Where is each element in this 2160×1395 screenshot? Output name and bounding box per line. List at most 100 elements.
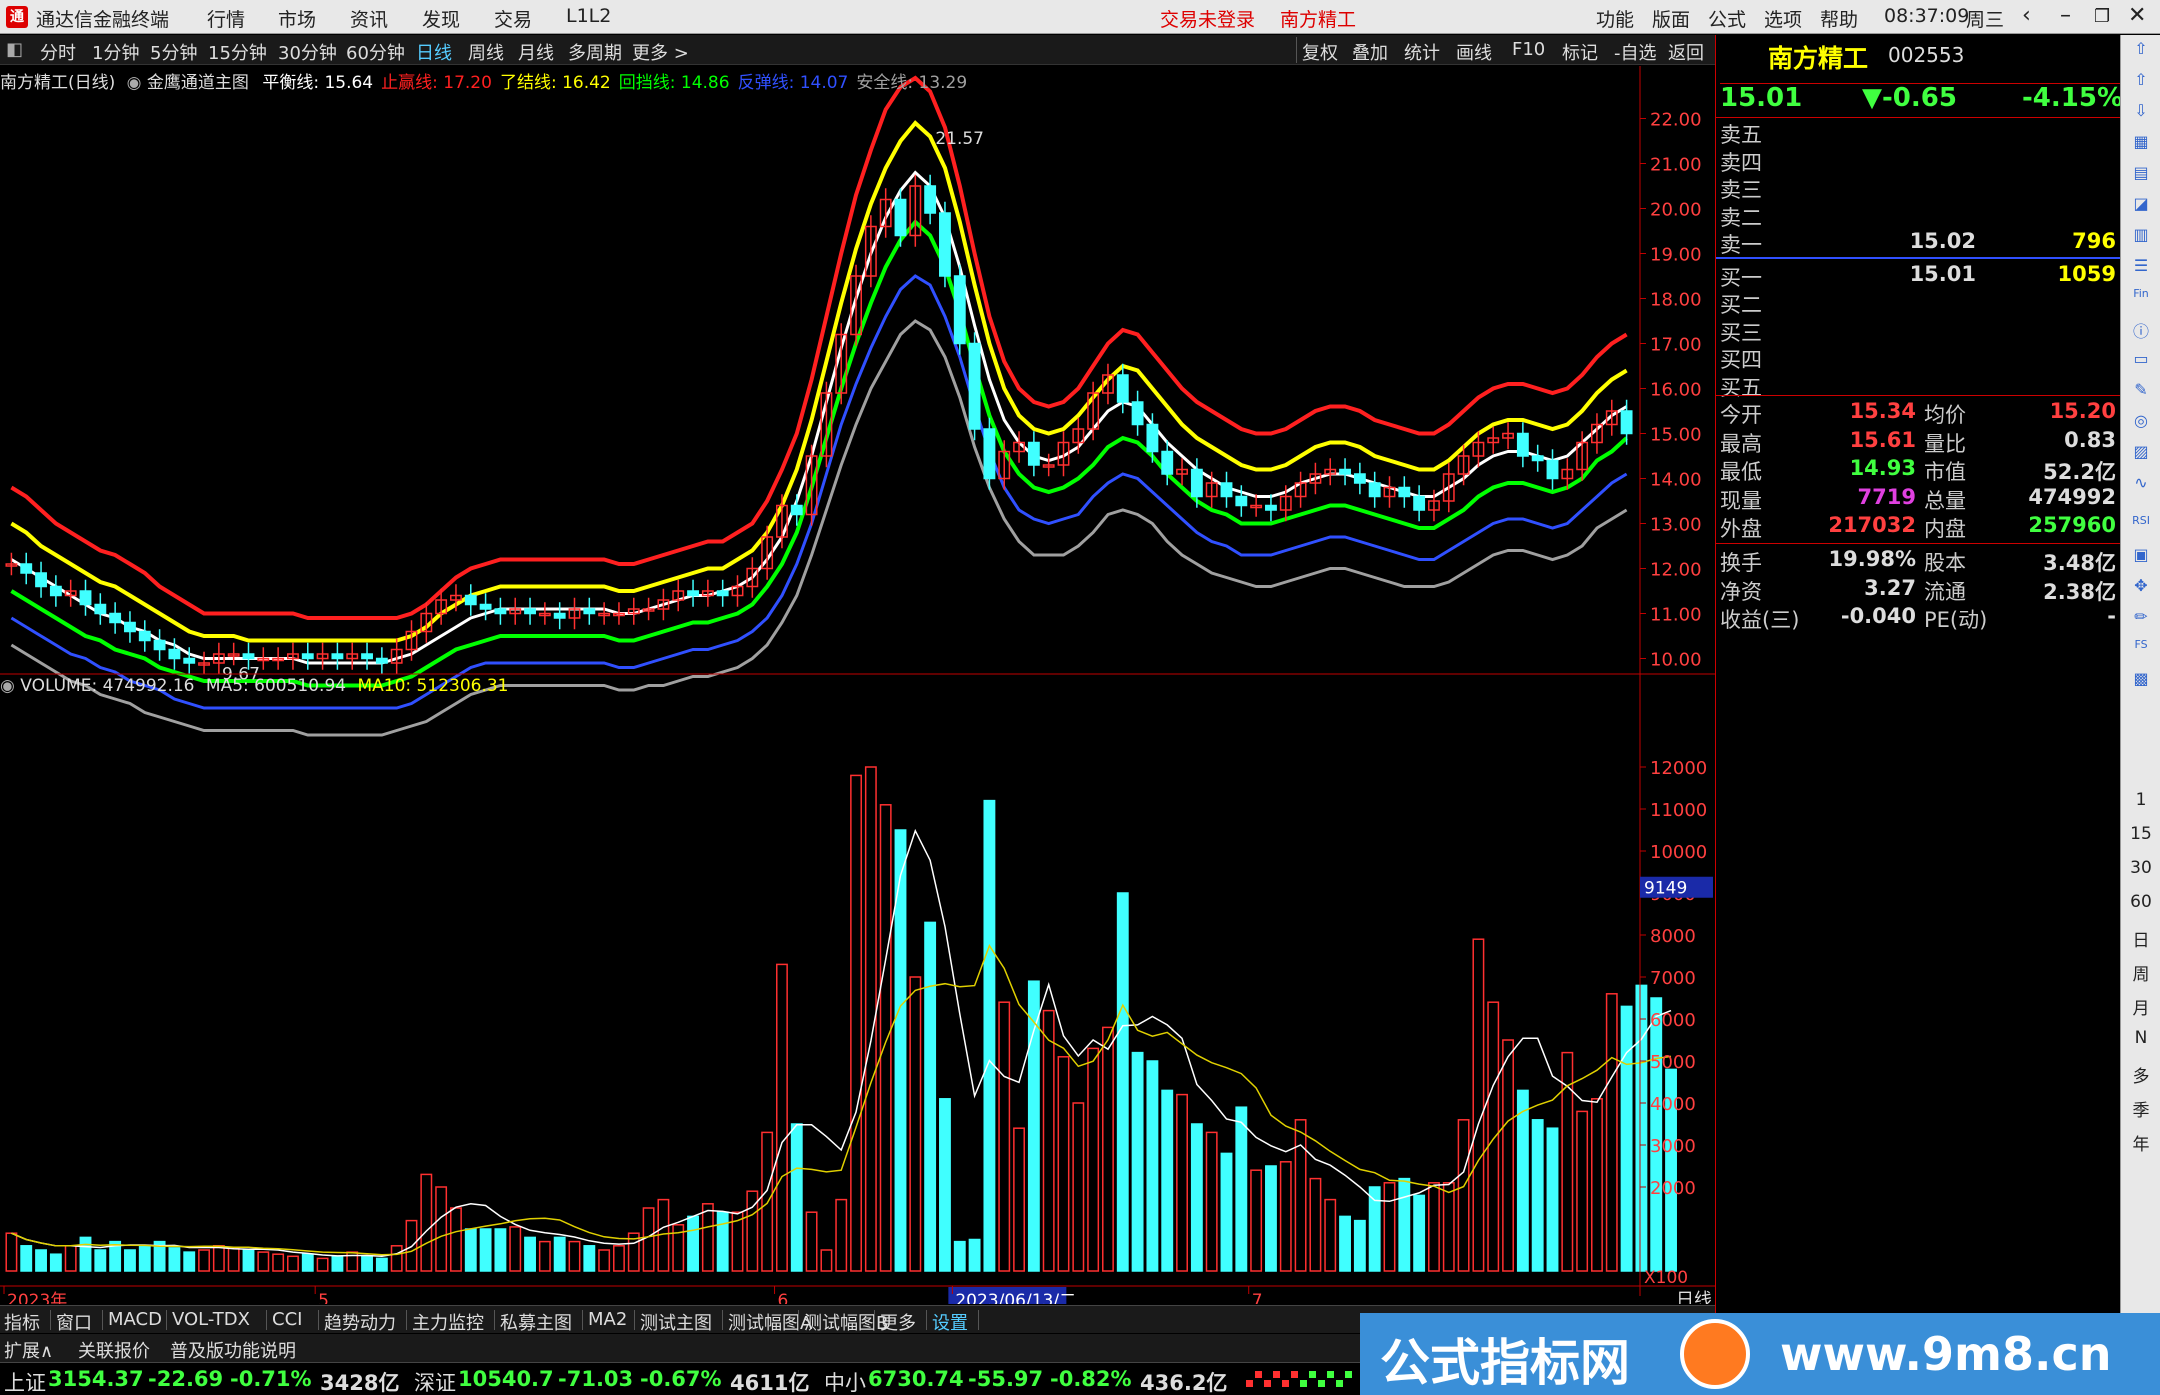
volume-bar[interactable] xyxy=(835,1198,848,1272)
side-period-3[interactable]: 60 xyxy=(2121,892,2160,912)
volume-bar[interactable] xyxy=(909,976,922,1272)
volume-bar[interactable] xyxy=(1131,1051,1144,1272)
volume-bar[interactable] xyxy=(1294,1119,1307,1272)
grid-icon[interactable]: ▦ xyxy=(2129,132,2153,156)
volume-bar[interactable] xyxy=(1161,1089,1174,1272)
candle-body[interactable] xyxy=(331,653,344,660)
volume-bar[interactable] xyxy=(316,1257,329,1272)
volume-bar[interactable] xyxy=(701,1203,714,1272)
volume-bar[interactable] xyxy=(212,1245,225,1272)
volume-bar[interactable] xyxy=(1205,1131,1218,1272)
cycle-icon[interactable]: ◎ xyxy=(2129,411,2153,435)
arrow-up-icon[interactable]: ⇧ xyxy=(2129,39,2153,63)
period-30min[interactable]: 30分钟 xyxy=(278,39,337,65)
volume-bar[interactable] xyxy=(953,1240,966,1272)
ask-row[interactable]: 卖三 xyxy=(1716,174,2121,202)
volume-bar[interactable] xyxy=(1487,1001,1500,1272)
menu-gongshi[interactable]: 公式 xyxy=(1708,5,1746,32)
candle-body[interactable] xyxy=(124,621,136,633)
candle-body[interactable] xyxy=(1546,459,1559,480)
volume-bar[interactable] xyxy=(227,1247,240,1272)
volume-bar[interactable] xyxy=(598,1249,611,1272)
volume-bar[interactable] xyxy=(272,1253,285,1272)
panel-toggle-icon[interactable]: ◧ xyxy=(6,39,23,60)
volume-bar[interactable] xyxy=(509,1226,522,1272)
volume-bar[interactable] xyxy=(138,1245,151,1272)
volume-bar[interactable] xyxy=(301,1253,314,1272)
btn-fanhui[interactable]: 返回 xyxy=(1668,39,1704,65)
period-60min[interactable]: 60分钟 xyxy=(346,39,405,65)
volume-bar[interactable] xyxy=(124,1249,136,1272)
side-period-1[interactable]: 15 xyxy=(2121,824,2160,844)
volume-bar[interactable] xyxy=(879,804,892,1272)
btn-tongji[interactable]: 统计 xyxy=(1404,39,1440,65)
index-name[interactable]: 中小 xyxy=(824,1367,866,1395)
side-period-10[interactable]: 年 xyxy=(2121,1130,2160,1155)
btn-huaxian[interactable]: 画线 xyxy=(1456,39,1492,65)
volume-bar[interactable] xyxy=(1576,1110,1589,1272)
volume-bar[interactable] xyxy=(168,1247,181,1272)
candle-body[interactable] xyxy=(79,590,92,606)
side-period-7[interactable]: N xyxy=(2121,1028,2160,1048)
volume-bar[interactable] xyxy=(94,1249,107,1272)
candle-body[interactable] xyxy=(1368,482,1381,498)
volume-bar[interactable] xyxy=(464,1228,477,1272)
period-more[interactable]: 更多 > xyxy=(632,39,689,65)
volume-bar[interactable] xyxy=(20,1245,33,1272)
indicator-tab-7[interactable]: 私募主图 xyxy=(500,1309,572,1335)
menu-faxian[interactable]: 发现 xyxy=(422,5,460,32)
candle-body[interactable] xyxy=(109,612,122,624)
info-icon[interactable]: ⓘ xyxy=(2129,318,2153,342)
menu-l1l2[interactable]: L1L2 xyxy=(566,5,611,27)
candle-body[interactable] xyxy=(375,657,388,664)
volume-bar[interactable] xyxy=(198,1249,210,1272)
volume-bar[interactable] xyxy=(1472,938,1485,1272)
indicator-tab-13[interactable]: 设置 xyxy=(932,1309,968,1335)
candle-body[interactable] xyxy=(687,590,699,597)
volume-toggle-icon[interactable]: ◉ xyxy=(0,676,15,696)
volume-bar[interactable] xyxy=(1605,993,1618,1272)
candle-body[interactable] xyxy=(168,648,181,660)
fs-icon[interactable]: FS xyxy=(2129,638,2153,662)
volume-bar[interactable] xyxy=(287,1255,299,1272)
ext-tab-0[interactable]: 扩展∧ xyxy=(4,1337,53,1363)
volume-bar[interactable] xyxy=(1324,1198,1337,1272)
side-period-8[interactable]: 多 xyxy=(2121,1062,2160,1087)
volume-bar[interactable] xyxy=(761,1131,774,1272)
indicator-tab-5[interactable]: 趋势动力 xyxy=(324,1309,396,1335)
volume-bar[interactable] xyxy=(1042,1009,1055,1272)
candle-body[interactable] xyxy=(1027,441,1040,466)
kline-icon[interactable]: ▥ xyxy=(2129,225,2153,249)
volume-bar[interactable] xyxy=(1279,1161,1292,1272)
period-15min[interactable]: 15分钟 xyxy=(208,39,267,65)
candle-body[interactable] xyxy=(138,630,151,642)
candle-body[interactable] xyxy=(49,585,62,597)
volume-bar[interactable] xyxy=(1413,1194,1426,1272)
volume-bar[interactable] xyxy=(820,1249,833,1272)
volume-bar[interactable] xyxy=(790,1123,803,1272)
volume-bar[interactable] xyxy=(1190,1123,1203,1272)
ask-row[interactable]: 卖一 15.02 796 xyxy=(1716,229,2121,257)
volume-bar[interactable] xyxy=(1457,1119,1470,1272)
volume-bar[interactable] xyxy=(5,1232,18,1272)
candle-body[interactable] xyxy=(894,198,907,237)
volume-bar[interactable] xyxy=(257,1251,270,1272)
candle-body[interactable] xyxy=(1413,495,1426,511)
move-icon[interactable]: ✥ xyxy=(2129,576,2153,600)
volume-bar[interactable] xyxy=(435,1186,448,1272)
volume-bar[interactable] xyxy=(1339,1215,1351,1272)
period-fenshi[interactable]: 分时 xyxy=(40,39,76,65)
indicator-name[interactable]: 金鹰通道主图 xyxy=(147,73,249,93)
candle-body[interactable] xyxy=(479,603,492,610)
close-icon[interactable]: ✕ xyxy=(2128,3,2146,28)
volume-bar[interactable] xyxy=(242,1249,255,1272)
candle-body[interactable] xyxy=(716,590,729,597)
volume-bars[interactable] xyxy=(5,766,1677,1272)
candle-body[interactable] xyxy=(1339,468,1351,475)
pen-icon[interactable]: ✎ xyxy=(2129,380,2153,404)
period-5min[interactable]: 5分钟 xyxy=(150,39,197,65)
candle-body[interactable] xyxy=(1398,486,1411,498)
candle-body[interactable] xyxy=(20,563,33,574)
volume-bar[interactable] xyxy=(479,1228,492,1272)
volume-bar[interactable] xyxy=(183,1251,196,1272)
